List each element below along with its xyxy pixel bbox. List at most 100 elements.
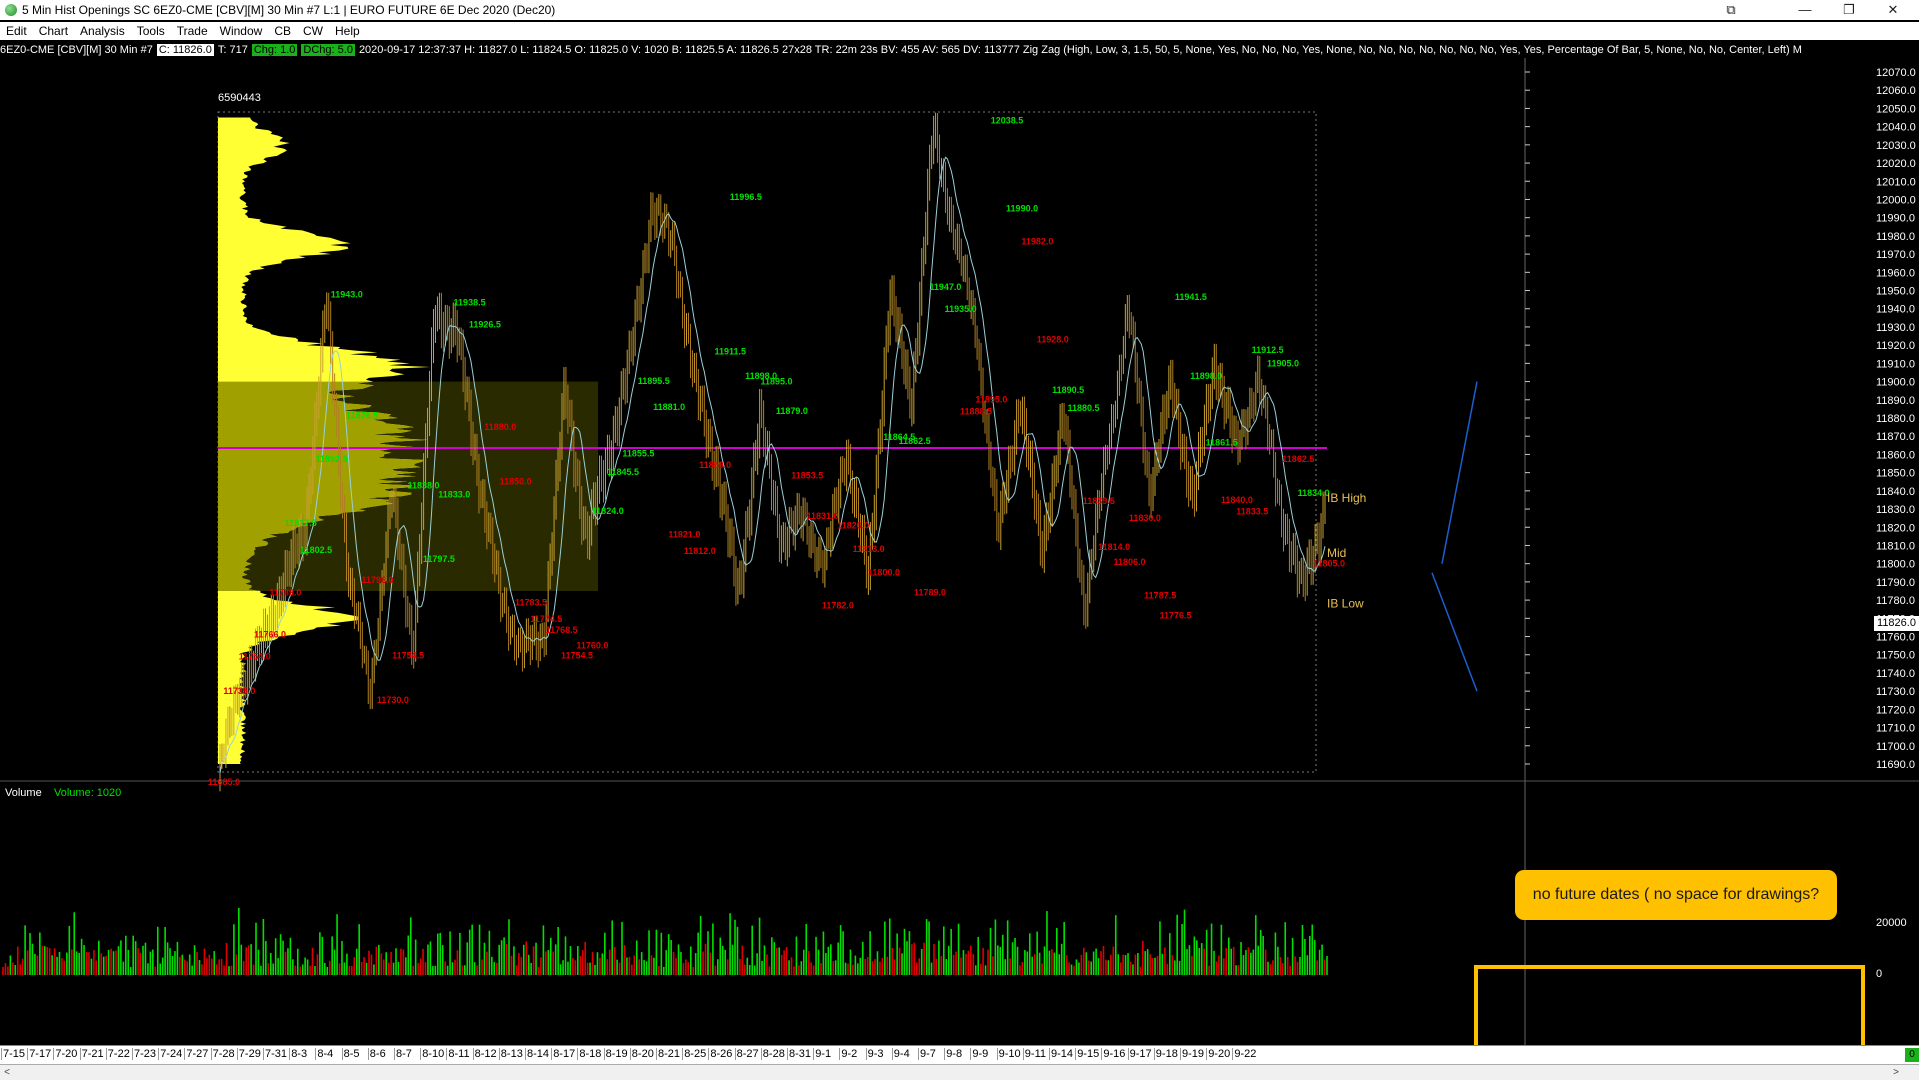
price-axis-label: 11940.0 — [1876, 304, 1915, 316]
chart-info-bar: 6EZ0-CME [CBV][M] 30 Min #7 C: 11826.0 T: … — [0, 42, 1880, 58]
menu-tools[interactable]: Tools — [131, 22, 171, 38]
price-axis-label: 11740.0 — [1876, 668, 1915, 680]
price-axis-label: 11710.0 — [1876, 723, 1915, 735]
price-axis-label: 11870.0 — [1876, 431, 1915, 443]
zigzag-label: 11928.0 — [1037, 335, 1069, 345]
date-label: 8-27 — [734, 1048, 759, 1060]
price-axis-label: 11970.0 — [1876, 249, 1915, 261]
zigzag-label: 11938.5 — [454, 297, 486, 307]
info-symbol: 6EZ0-CME [CBV][M] 30 Min #7 — [0, 44, 153, 56]
price-axis-label: 11900.0 — [1876, 377, 1915, 389]
zigzag-label: 11888.5 — [960, 407, 992, 417]
profile-volume-label: 6590443 — [218, 92, 261, 104]
zigzag-label: 11898.0 — [1190, 371, 1222, 381]
zigzag-label: 11855.5 — [622, 449, 654, 459]
zigzag-label: 11782.0 — [822, 600, 854, 610]
minimize-button[interactable]: — — [1782, 0, 1828, 20]
zigzag-label: 11912.5 — [1252, 345, 1284, 355]
price-axis-label: 11730.0 — [1876, 686, 1915, 698]
zigzag-label: 11833.5 — [1236, 507, 1268, 517]
price-axis-label: 11790.0 — [1876, 577, 1915, 589]
zigzag-label: 11862.5 — [899, 436, 931, 446]
price-axis-label: 11760.0 — [1876, 632, 1915, 644]
scroll-left-arrow-icon[interactable]: < — [0, 1065, 14, 1080]
info-trades: T: 717 — [217, 44, 248, 56]
menu-chart[interactable]: Chart — [33, 22, 74, 38]
zigzag-label: 11789.0 — [914, 588, 946, 598]
price-axis-label: 12060.0 — [1876, 85, 1916, 97]
date-label: 9-20 — [1206, 1048, 1231, 1060]
annotation-callout[interactable]: no future dates ( no space for drawings? — [1515, 870, 1837, 920]
zigzag-label: 11817.5 — [285, 518, 317, 528]
zigzag-label: 11802.5 — [300, 545, 332, 555]
maximize-button[interactable]: ❐ — [1826, 0, 1872, 20]
zigzag-label: 11783.5 — [515, 598, 547, 608]
zigzag-label: 11890.5 — [1052, 385, 1084, 395]
volume-pane-title: Volume — [5, 787, 42, 799]
date-label: 8-17 — [551, 1048, 576, 1060]
date-label: 8-12 — [472, 1048, 497, 1060]
price-axis-label: 11950.0 — [1876, 286, 1915, 298]
date-label: 9-15 — [1075, 1048, 1100, 1060]
price-axis-label: 11920.0 — [1876, 340, 1915, 352]
date-label: 9-1 — [813, 1048, 832, 1060]
menu-analysis[interactable]: Analysis — [74, 22, 131, 38]
current-price-marker: 11826.0 — [1874, 616, 1919, 631]
price-axis-label: 11720.0 — [1876, 704, 1915, 716]
zigzag-label: 11850.0 — [500, 477, 532, 487]
menu-window[interactable]: Window — [214, 22, 269, 38]
info-details: 2020-09-17 12:37:37 H: 11827.0 L: 11824.… — [358, 44, 1802, 56]
zigzag-label: 11766.0 — [254, 630, 286, 640]
menu-cb[interactable]: CB — [268, 22, 297, 38]
zigzag-label: 11911.5 — [714, 347, 746, 357]
date-label: 8-6 — [367, 1048, 386, 1060]
date-label: 8-20 — [629, 1048, 654, 1060]
zigzag-label: 11754.0 — [239, 651, 271, 661]
zigzag-label: 11947.0 — [929, 282, 961, 292]
price-axis-label: 12030.0 — [1876, 140, 1916, 152]
menu-edit[interactable]: Edit — [0, 22, 33, 38]
menu-help[interactable]: Help — [329, 22, 366, 38]
zigzag-label: 11982.0 — [1021, 236, 1053, 246]
price-axis-label: 11930.0 — [1876, 322, 1915, 334]
date-label: 7-27 — [184, 1048, 209, 1060]
close-button[interactable]: ✕ — [1870, 0, 1916, 20]
zigzag-label: 11814.0 — [1098, 542, 1130, 552]
volume-value-label: Volume: 1020 — [54, 787, 121, 799]
date-label: 7-20 — [53, 1048, 78, 1060]
zigzag-label: 11813.0 — [853, 544, 885, 554]
zigzag-label: 11776.5 — [1160, 610, 1192, 620]
price-axis-label: 11810.0 — [1876, 540, 1915, 552]
zigzag-label: 11895.5 — [638, 376, 670, 386]
info-dchg: DChg: 5.0 — [301, 44, 355, 56]
date-label: 7-17 — [27, 1048, 52, 1060]
price-axis-label: 11960.0 — [1876, 267, 1915, 279]
restore-icon[interactable]: ⧉ — [1708, 0, 1754, 20]
volume-bars — [2, 907, 1328, 975]
date-label: 8-26 — [708, 1048, 733, 1060]
date-label: 7-22 — [105, 1048, 130, 1060]
date-label: 7-31 — [263, 1048, 288, 1060]
price-axis-label: 12010.0 — [1876, 176, 1916, 188]
price-axis-label: 11830.0 — [1876, 504, 1915, 516]
title-bar: 5 Min Hist Openings SC 6EZ0-CME [CBV][M]… — [0, 0, 1919, 20]
info-close: C: 11826.0 — [156, 44, 214, 56]
zigzag-label: 11845.5 — [607, 467, 639, 477]
date-label: 8-14 — [525, 1048, 550, 1060]
price-axis-label: 12020.0 — [1876, 158, 1916, 170]
zigzag-label: 11754.5 — [561, 651, 593, 661]
price-axis-label: 11820.0 — [1876, 522, 1915, 534]
zigzag-label: 11787.5 — [1144, 590, 1176, 600]
scroll-right-arrow-icon[interactable]: > — [1889, 1065, 1903, 1080]
zigzag-label: 11760.0 — [576, 641, 608, 651]
menu-cw[interactable]: CW — [297, 22, 329, 38]
zigzag-label: 11881.0 — [653, 402, 685, 412]
price-axis-label: 11700.0 — [1876, 741, 1915, 753]
menu-trade[interactable]: Trade — [171, 22, 214, 38]
date-label: 9-8 — [944, 1048, 963, 1060]
menu-bar: Edit Chart Analysis Tools Trade Window CB CW Hel… — [0, 22, 1919, 40]
zigzag-label: 11839.5 — [1083, 496, 1115, 506]
zigzag-label: 11824.0 — [592, 506, 624, 516]
horizontal-scrollbar[interactable]: < > — [0, 1064, 1919, 1080]
date-label: 7-21 — [79, 1048, 104, 1060]
